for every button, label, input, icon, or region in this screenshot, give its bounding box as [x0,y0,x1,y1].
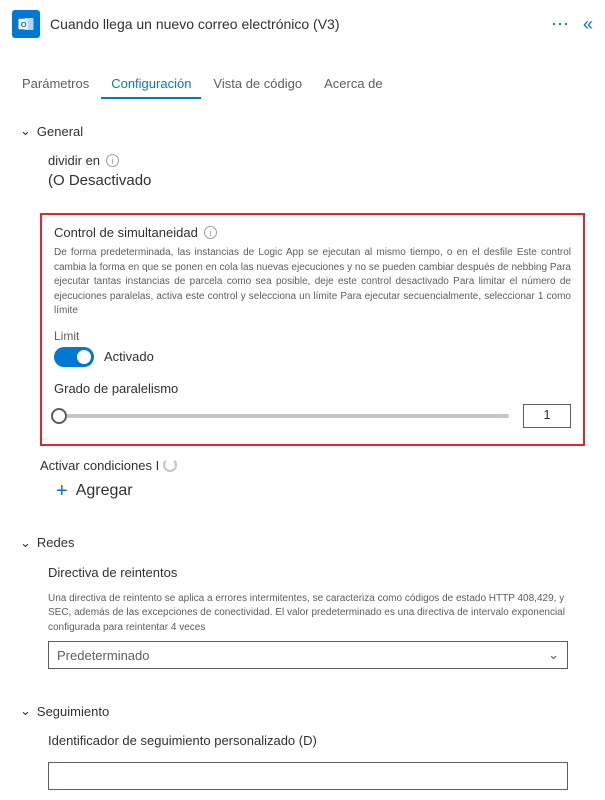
concurrency-highlight-box: Control de simultaneidad i De forma pred… [40,213,585,446]
panel-header: O Cuando llega un nuevo correo electróni… [0,0,605,48]
info-icon[interactable]: i [204,226,217,239]
collapse-icon[interactable]: « [583,14,593,35]
retry-policy-label: Directiva de reintentos [48,565,585,580]
tracking-id-input[interactable] [48,762,568,790]
info-icon[interactable]: i [106,154,119,167]
parallelism-value[interactable]: 1 [523,404,571,428]
limit-toggle[interactable] [54,347,94,367]
trigger-conditions-label: Activar condiciones I [40,458,159,473]
limit-toggle-state: Activado [104,349,154,364]
tab-acerca-de[interactable]: Acerca de [314,68,393,99]
loading-spinner-icon [163,458,177,472]
parallelism-slider[interactable] [54,414,509,418]
trigger-conditions-row: Activar condiciones I [40,458,605,473]
slider-thumb[interactable] [51,408,67,424]
chevron-down-icon: ⌄ [20,123,31,139]
trigger-title: Cuando llega un nuevo correo electrónico… [50,16,541,32]
plus-icon: + [56,481,68,501]
section-general-header[interactable]: ⌄ General [20,123,585,139]
split-on-label: dividir en i [48,153,585,168]
retry-policy-description: Una directiva de reintento se aplica a e… [48,592,585,636]
concurrency-title: Control de simultaneidad [54,225,198,240]
chevron-down-icon: ⌄ [20,535,31,551]
chevron-down-icon: ⌄ [20,703,31,719]
tab-bar: Parámetros Configuración Vista de código… [0,68,605,99]
add-button[interactable]: + Agregar [56,481,605,501]
retry-policy-selected: Predeterminado [57,648,150,663]
section-seguimiento-header[interactable]: ⌄ Seguimiento [20,703,585,719]
tracking-id-label: Identificador de seguimiento personaliza… [48,733,585,748]
more-icon[interactable]: ⋯ [551,14,569,35]
tab-configuracion[interactable]: Configuración [101,68,201,99]
tab-vista-codigo[interactable]: Vista de código [203,68,312,99]
outlook-icon: O [12,10,40,38]
limit-label: Limit [54,329,571,343]
concurrency-description: De forma predeterminada, las instancias … [54,246,571,319]
section-redes-header[interactable]: ⌄ Redes [20,535,585,551]
section-seguimiento-title: Seguimiento [37,704,109,719]
concurrency-title-row: Control de simultaneidad i [54,225,571,240]
retry-policy-select[interactable]: Predeterminado ⌄ [48,641,568,669]
section-general-title: General [37,124,83,139]
svg-text:O: O [21,20,27,29]
add-label: Agregar [76,482,133,500]
chevron-down-icon: ⌄ [548,647,559,663]
split-on-value: (O Desactivado [48,172,585,189]
tab-parametros[interactable]: Parámetros [12,68,99,99]
section-redes-title: Redes [37,535,75,550]
parallelism-label: Grado de paralelismo [54,381,571,396]
